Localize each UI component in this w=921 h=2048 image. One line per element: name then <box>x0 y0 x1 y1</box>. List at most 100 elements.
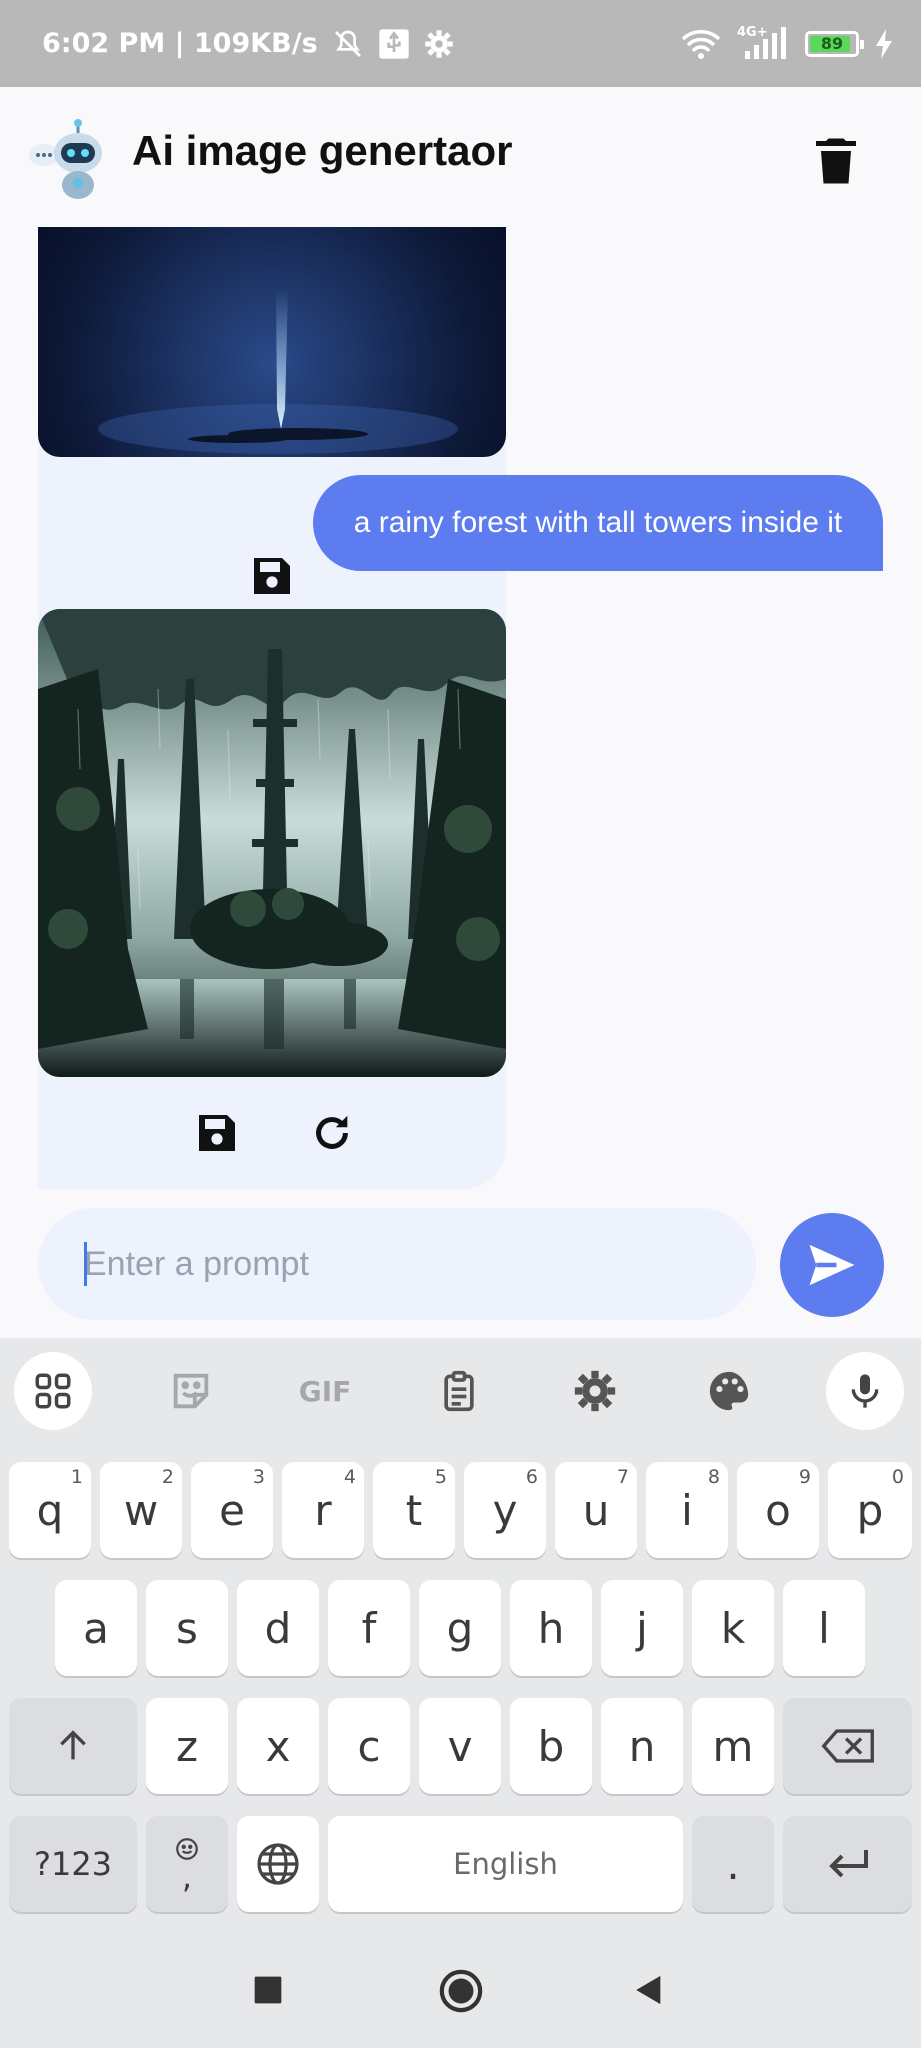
key-e[interactable]: e3 <box>191 1462 273 1558</box>
save-button[interactable] <box>243 547 301 605</box>
key-i[interactable]: i8 <box>646 1462 728 1558</box>
mute-icon <box>334 30 361 57</box>
save-icon <box>199 1115 235 1151</box>
navigation-bar <box>0 1938 921 2048</box>
status-bar: 6:02 PM | 109KB/s 4G+ 89 <box>0 0 921 87</box>
key-r[interactable]: r4 <box>282 1462 364 1558</box>
app-title: Ai image genertaor <box>132 127 513 174</box>
app-bar: Ai image genertaor <box>0 87 921 227</box>
keyboard-toolbar: GIF <box>0 1338 921 1442</box>
mic-icon <box>851 1374 879 1408</box>
key-a[interactable]: a <box>55 1580 137 1676</box>
prompt-input[interactable] <box>38 1208 756 1320</box>
home-button[interactable] <box>438 1968 484 2014</box>
bot-image-message <box>38 227 506 665</box>
soft-keyboard: GIF q1 w2 e3 r4 t5 y6 u7 i8 o9 p0 a s d … <box>0 1338 921 1938</box>
home-circle-icon <box>439 1969 483 2013</box>
key-x[interactable]: x <box>237 1698 319 1794</box>
comma-label: , <box>181 1858 193 1896</box>
key-w[interactable]: w2 <box>100 1462 182 1558</box>
key-o[interactable]: o9 <box>737 1462 819 1558</box>
key-z[interactable]: z <box>146 1698 228 1794</box>
key-l[interactable]: l <box>783 1580 865 1676</box>
key-s[interactable]: s <box>146 1580 228 1676</box>
shift-icon <box>60 1730 86 1760</box>
square-icon <box>254 1976 282 2004</box>
wifi-icon <box>681 29 721 59</box>
generated-image[interactable] <box>38 227 506 457</box>
bot-image-message <box>38 609 506 1189</box>
key-y[interactable]: y6 <box>464 1462 546 1558</box>
enter-key[interactable] <box>783 1816 912 1912</box>
key-j[interactable]: j <box>601 1580 683 1676</box>
period-key[interactable]: . <box>692 1816 774 1912</box>
key-t[interactable]: t5 <box>373 1462 455 1558</box>
key-k[interactable]: k <box>692 1580 774 1676</box>
key-q[interactable]: q1 <box>9 1462 91 1558</box>
key-b[interactable]: b <box>510 1698 592 1794</box>
charging-icon <box>876 28 892 59</box>
key-label: w <box>123 1485 159 1535</box>
back-triangle-icon <box>636 1975 661 2005</box>
key-label: q <box>36 1485 64 1535</box>
send-button[interactable] <box>780 1213 884 1317</box>
recents-button[interactable] <box>252 1974 284 2006</box>
apps-grid-button[interactable] <box>14 1352 92 1430</box>
key-d[interactable]: d <box>237 1580 319 1676</box>
gif-button[interactable]: GIF <box>286 1352 364 1430</box>
generated-image[interactable] <box>38 609 506 1077</box>
save-button[interactable] <box>188 1104 246 1162</box>
key-label: i <box>681 1485 693 1535</box>
trash-icon <box>816 138 856 184</box>
key-u[interactable]: u7 <box>555 1462 637 1558</box>
key-p[interactable]: p0 <box>828 1462 912 1558</box>
enter-icon <box>828 1850 868 1878</box>
key-hint: 6 <box>525 1466 538 1488</box>
key-label: u <box>582 1485 610 1535</box>
shift-key[interactable] <box>9 1698 137 1794</box>
palette-icon <box>709 1371 749 1411</box>
symbols-key[interactable]: ?123 <box>9 1816 137 1912</box>
clear-chat-button[interactable] <box>806 131 866 191</box>
theme-button[interactable] <box>690 1352 768 1430</box>
key-hint: 4 <box>343 1466 356 1488</box>
backspace-icon <box>821 1729 874 1763</box>
key-hint: 3 <box>252 1466 265 1488</box>
key-n[interactable]: n <box>601 1698 683 1794</box>
clipboard-button[interactable] <box>420 1352 498 1430</box>
settings-icon <box>424 29 453 58</box>
backspace-key[interactable] <box>783 1698 912 1794</box>
key-label: t <box>405 1485 423 1535</box>
language-key[interactable] <box>237 1816 319 1912</box>
status-time-speed: 6:02 PM | 109KB/s <box>42 28 318 59</box>
chat-list[interactable]: a rainy forest with tall towers inside i… <box>0 227 921 1197</box>
text-cursor <box>84 1242 87 1286</box>
sticker-icon <box>173 1373 209 1409</box>
voice-input-button[interactable] <box>826 1352 904 1430</box>
key-label: e <box>219 1485 245 1535</box>
key-h[interactable]: h <box>510 1580 592 1676</box>
keyboard-settings-button[interactable] <box>556 1352 634 1430</box>
key-hint: 2 <box>161 1466 174 1488</box>
key-v[interactable]: v <box>419 1698 501 1794</box>
key-label: r <box>314 1485 332 1535</box>
space-key[interactable]: English <box>328 1816 683 1912</box>
robot-logo-icon <box>29 119 102 199</box>
gear-icon <box>574 1370 616 1412</box>
emoji-comma-key[interactable]: , <box>146 1816 228 1912</box>
key-label: p <box>856 1485 884 1535</box>
send-icon <box>809 1244 855 1286</box>
back-button[interactable] <box>632 1972 666 2008</box>
key-f[interactable]: f <box>328 1580 410 1676</box>
key-c[interactable]: c <box>328 1698 410 1794</box>
key-g[interactable]: g <box>419 1580 501 1676</box>
sticker-button[interactable] <box>152 1352 230 1430</box>
battery-icon: 89 <box>805 30 864 57</box>
key-m[interactable]: m <box>692 1698 774 1794</box>
globe-icon <box>257 1843 299 1885</box>
regenerate-button[interactable] <box>303 1104 361 1162</box>
gif-label: GIF <box>298 1374 352 1408</box>
regenerate-icon <box>316 1115 348 1149</box>
key-hint: 7 <box>616 1466 629 1488</box>
battery-level: 89 <box>820 34 844 53</box>
